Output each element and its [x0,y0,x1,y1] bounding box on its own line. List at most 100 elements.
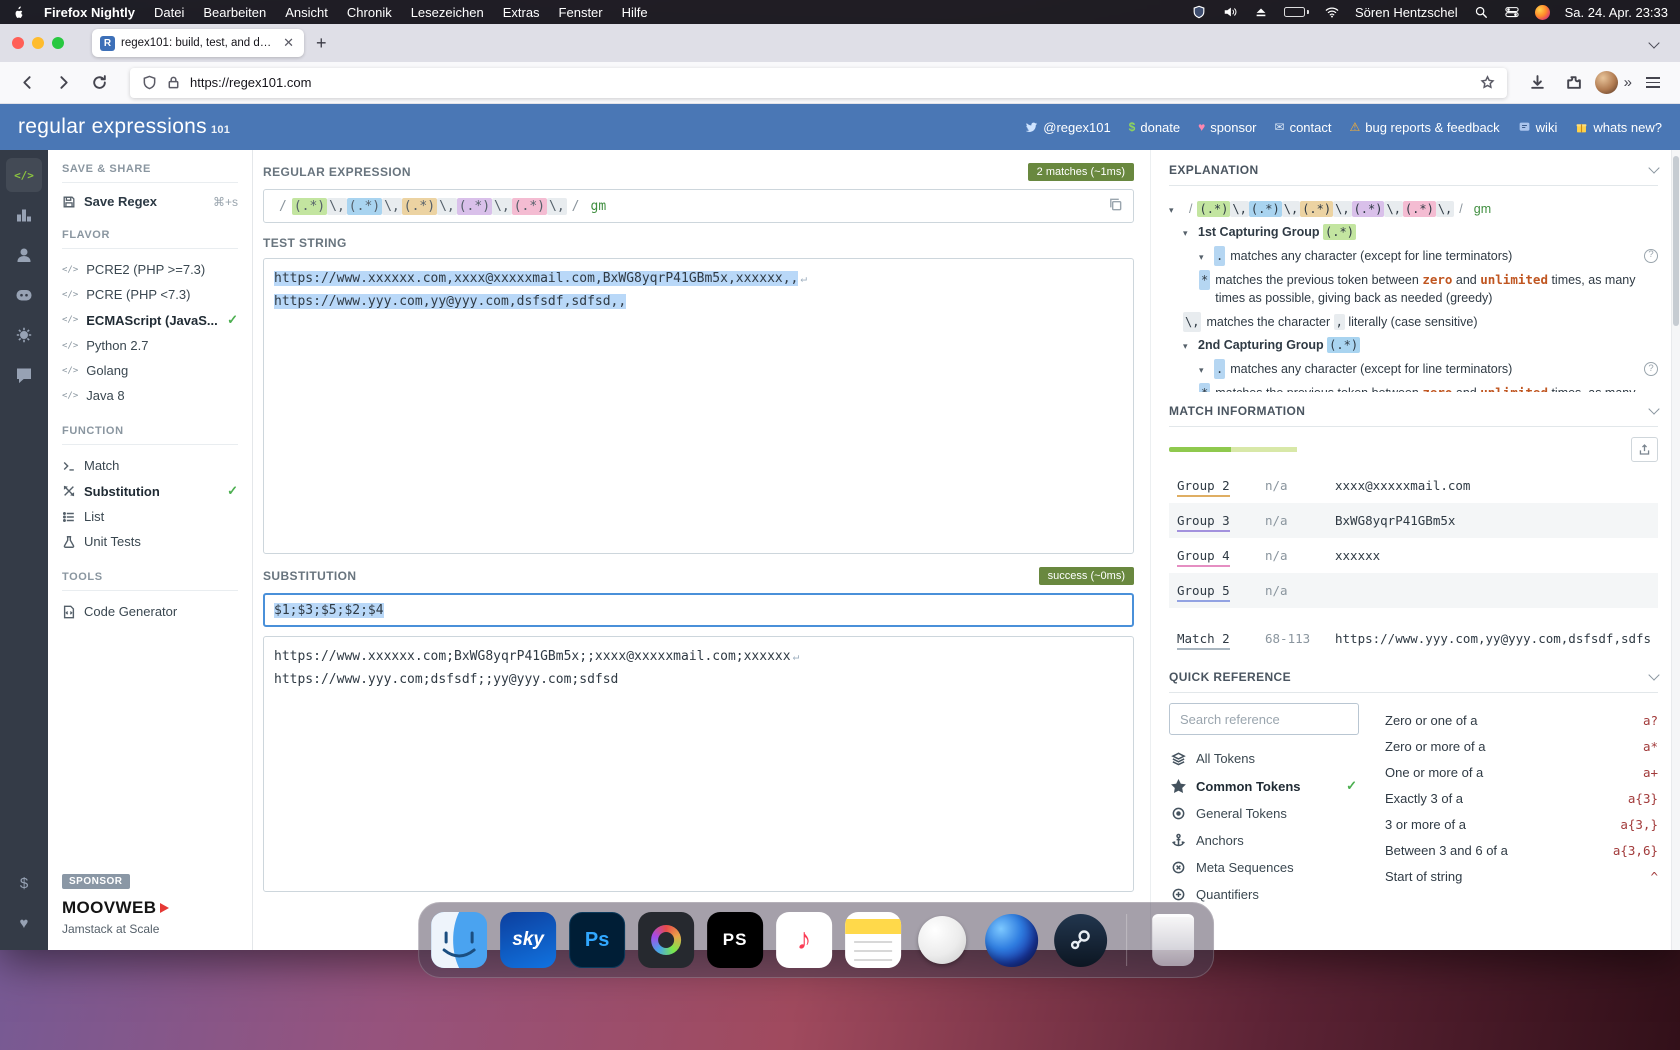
page-scrollbar[interactable] [1671,150,1680,950]
menubar-app-name[interactable]: Firefox Nightly [44,5,135,20]
table-row[interactable]: Match 2 68-113 https://www.yyy.com,yy@yy… [1169,621,1658,656]
export-matches-button[interactable] [1631,437,1658,462]
donate-rail-icon[interactable]: $ [6,866,42,900]
expand-triangle-icon[interactable]: ▾ [1169,204,1179,218]
flavor-java[interactable]: </>Java 8 [62,383,238,408]
lock-icon[interactable] [166,75,181,90]
feedback-chat-icon[interactable] [6,358,42,392]
dock-sky-icon[interactable]: sky [500,912,556,968]
flavor-pcre[interactable]: </>PCRE (PHP <7.3) [62,282,238,307]
menu-ansicht[interactable]: Ansicht [285,5,328,20]
menu-extras[interactable]: Extras [503,5,540,20]
flavor-python[interactable]: </>Python 2.7 [62,333,238,358]
dock-steam-icon[interactable] [1052,912,1108,968]
bookmark-star-icon[interactable] [1480,75,1495,90]
menubar-username[interactable]: Sören Hentzschel [1355,5,1458,20]
group2-row[interactable]: ▾ 2nd Capturing Group (.*) [1183,336,1658,355]
menu-fenster[interactable]: Fenster [559,5,603,20]
expand-triangle-icon[interactable]: ▾ [1199,251,1209,265]
spotlight-search-icon[interactable] [1473,5,1489,19]
account-user-icon[interactable] [6,238,42,272]
minimize-window-button[interactable] [32,37,44,49]
flavor-golang[interactable]: </>Golang [62,358,238,383]
close-window-button[interactable] [12,37,24,49]
category-all-tokens[interactable]: All Tokens [1169,745,1359,772]
dock-playstation-icon[interactable]: PS [707,912,763,968]
group1-row[interactable]: ▾ 1st Capturing Group (.*) [1183,223,1658,242]
help-icon[interactable]: ? [1644,362,1658,376]
match-information-header[interactable]: MATCH INFORMATION [1169,404,1658,427]
dock-ball-app-icon[interactable] [914,912,970,968]
site-logo[interactable]: regular expressions 101 [18,115,230,139]
dock-notes-icon[interactable] [845,912,901,968]
whats-new-link[interactable]: whats new? [1575,120,1662,135]
menu-chronik[interactable]: Chronik [347,5,392,20]
hamburger-menu-icon[interactable] [1638,68,1668,98]
table-row[interactable]: Group 4 n/a xxxxxx [1169,538,1658,573]
bug-reports-link[interactable]: ⚠bug reports & feedback [1349,120,1499,135]
discord-icon[interactable] [6,278,42,312]
sponsor-heart-rail-icon[interactable]: ♥ [6,906,42,940]
substitution-input[interactable]: $1;$3;$5;$2;$4 [263,593,1134,627]
tools-code-generator[interactable]: Code Generator [62,599,238,624]
reference-entry[interactable]: Zero or more of aa* [1385,733,1658,759]
tracking-protection-shield-icon[interactable] [142,75,157,90]
overflow-chevrons-icon[interactable]: » [1624,74,1632,91]
sponsor-logo[interactable]: MOOVWEB [62,898,238,918]
dock-finder-icon[interactable] [431,912,487,968]
regex-editor-rail-icon[interactable]: </> [6,158,42,192]
contact-link[interactable]: ✉contact [1275,120,1332,135]
sponsor-link[interactable]: ♥sponsor [1198,120,1256,135]
reference-entry[interactable]: Zero or one of aa? [1385,707,1658,733]
help-icon[interactable]: ? [1644,249,1658,263]
function-unit-tests[interactable]: Unit Tests [62,529,238,554]
table-row[interactable]: Group 2 n/a xxxx@xxxxxmail.com [1169,468,1658,503]
category-meta-sequences[interactable]: Meta Sequences [1169,854,1359,881]
url-text[interactable]: https://regex101.com [190,75,1471,90]
flavor-pcre2[interactable]: </>PCRE2 (PHP >=7.3) [62,257,238,282]
menu-hilfe[interactable]: Hilfe [622,5,648,20]
category-anchors[interactable]: Anchors [1169,827,1359,854]
volume-icon[interactable] [1222,5,1238,19]
wiki-link[interactable]: wiki [1518,120,1558,135]
quick-reference-header[interactable]: QUICK REFERENCE [1169,670,1658,693]
browser-tab[interactable]: R regex101: build, test, and debug ✕ [92,29,304,57]
expand-triangle-icon[interactable]: ▾ [1199,364,1209,378]
profile-avatar[interactable] [1595,71,1618,94]
menu-bearbeiten[interactable]: Bearbeiten [203,5,266,20]
explanation-header[interactable]: EXPLANATION [1169,163,1658,186]
flavor-ecmascript[interactable]: </>ECMAScript (JavaS...✓ [62,307,238,333]
new-tab-button[interactable]: + [316,34,327,52]
twitter-link[interactable]: @regex101 [1025,120,1110,135]
list-all-tabs-icon[interactable] [1650,34,1658,52]
eject-icon[interactable] [1253,5,1269,19]
function-match[interactable]: Match [62,453,238,478]
function-substitution[interactable]: Substitution✓ [62,478,238,504]
dock-photoshop-icon[interactable]: Ps [569,912,625,968]
expand-triangle-icon[interactable]: ▾ [1183,227,1193,241]
control-center-icon[interactable] [1504,5,1520,19]
category-general-tokens[interactable]: General Tokens [1169,800,1359,827]
wifi-icon[interactable] [1324,5,1340,19]
settings-gear-icon[interactable] [6,318,42,352]
forward-button[interactable] [48,68,78,98]
reference-entry[interactable]: One or more of aa+ [1385,759,1658,785]
reference-entry[interactable]: Start of string^ [1385,863,1658,889]
dock-lens-app-icon[interactable] [638,912,694,968]
menu-datei[interactable]: Datei [154,5,184,20]
battery-icon[interactable] [1284,7,1309,17]
url-bar[interactable]: https://regex101.com [130,68,1507,98]
reference-entry[interactable]: Exactly 3 of aa{3} [1385,785,1658,811]
tab-close-icon[interactable]: ✕ [281,35,296,51]
downloads-icon[interactable] [1523,68,1553,98]
search-reference-input[interactable] [1169,703,1359,735]
menubar-clock[interactable]: Sa. 24. Apr. 23:33 [1565,5,1668,20]
save-regex-button[interactable]: Save Regex ⌘+s [62,191,238,212]
reference-entry[interactable]: Between 3 and 6 of aa{3,6} [1385,837,1658,863]
dock-trash-icon[interactable] [1145,912,1201,968]
apple-menu-icon[interactable] [12,5,25,20]
donate-link[interactable]: $donate [1129,120,1180,135]
back-button[interactable] [12,68,42,98]
dock-music-icon[interactable]: ♪ [776,912,832,968]
zoom-window-button[interactable] [52,37,64,49]
